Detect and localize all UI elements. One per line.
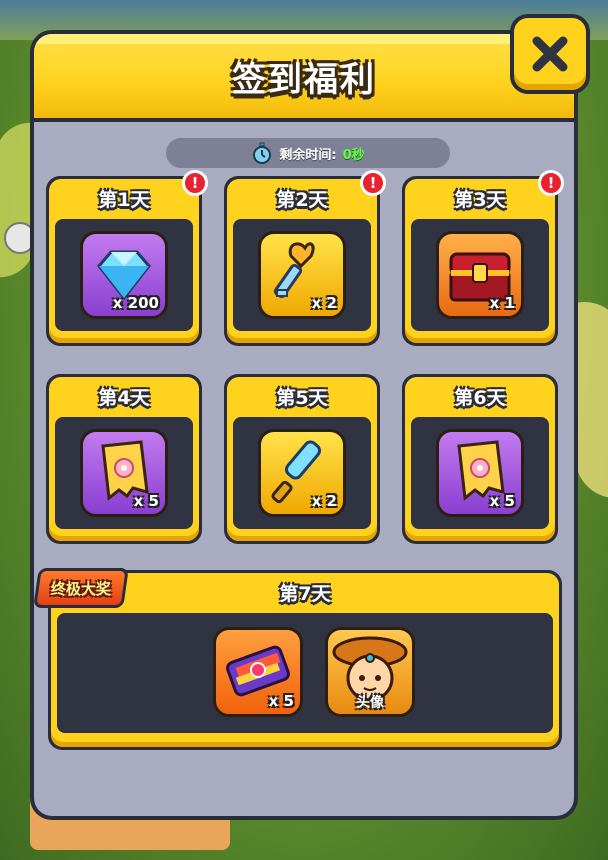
day-label: 第3天 bbox=[454, 189, 506, 211]
reward-quantity: x 5 bbox=[489, 492, 515, 510]
reward-quantity: x 1 bbox=[489, 294, 515, 312]
reward-quantity: x 2 bbox=[311, 492, 337, 510]
grand-prize-tag: 终极大奖 bbox=[34, 568, 129, 608]
day-label: 第5天 bbox=[276, 387, 328, 409]
reward-slot: x 5 bbox=[55, 417, 193, 529]
avatar-label: 头像 bbox=[356, 695, 384, 711]
dialog-title: 签到福利 bbox=[232, 60, 376, 100]
reward-quantity: x 2 bbox=[311, 294, 337, 312]
day-card-5[interactable]: 第5天 x 2 bbox=[224, 374, 380, 544]
close-button[interactable] bbox=[510, 14, 590, 94]
remaining-time-label: 剩余时间: bbox=[279, 147, 337, 163]
card-face: 第1天 x 200 bbox=[49, 179, 199, 343]
dialog-body: 签到福利 剩余时间: 0秒 第1天 x 200 ! 第2天 x 2 ! 第3天 … bbox=[34, 34, 574, 816]
remaining-time-bar: 剩余时间: 0秒 bbox=[166, 138, 450, 168]
day-label: 第6天 bbox=[454, 387, 506, 409]
reward-slot: x 200 bbox=[55, 219, 193, 331]
card-face: 第6天 x 5 bbox=[405, 377, 555, 541]
reward-slot: x 5 bbox=[411, 417, 549, 529]
reward-item[interactable]: x 1 bbox=[436, 231, 524, 319]
reward-quantity: x 5 bbox=[268, 692, 294, 710]
reward-item[interactable]: x 5 bbox=[80, 429, 168, 517]
day-card-6[interactable]: 第6天 x 5 bbox=[402, 374, 558, 544]
day-card-3[interactable]: 第3天 x 1 ! bbox=[402, 170, 564, 346]
card-face: 第3天 x 1 bbox=[405, 179, 555, 343]
day-card-4[interactable]: 第4天 x 5 bbox=[46, 374, 202, 544]
card-face: 第5天 x 2 bbox=[227, 377, 377, 541]
alert-badge: ! bbox=[360, 170, 386, 196]
reward-slot: x 2 bbox=[233, 417, 371, 529]
alert-badge: ! bbox=[538, 170, 564, 196]
reward-quantity: x 5 bbox=[133, 492, 159, 510]
reward-slot: x 5 头像 bbox=[57, 613, 553, 733]
close-icon bbox=[532, 36, 568, 72]
header-highlight bbox=[34, 34, 574, 44]
reward-slot: x 1 bbox=[411, 219, 549, 331]
alert-badge: ! bbox=[182, 170, 208, 196]
reward-item[interactable]: x 5 bbox=[213, 627, 303, 717]
day-label: 第2天 bbox=[276, 189, 328, 211]
day-card-7[interactable]: 第7天 x 5 头像 bbox=[48, 570, 562, 750]
reward-item[interactable]: x 200 bbox=[80, 231, 168, 319]
reward-slot: x 2 bbox=[233, 219, 371, 331]
reward-item[interactable]: x 2 bbox=[258, 429, 346, 517]
reward-item[interactable]: x 2 bbox=[258, 231, 346, 319]
grand-prize-tag-label: 终极大奖 bbox=[51, 579, 112, 598]
reward-quantity: x 200 bbox=[112, 294, 159, 312]
day-label: 第4天 bbox=[98, 387, 150, 409]
card-face: 第2天 x 2 bbox=[227, 179, 377, 343]
day-label: 第1天 bbox=[98, 189, 150, 211]
dialog-header: 签到福利 bbox=[34, 34, 574, 122]
day-card-1[interactable]: 第1天 x 200 ! bbox=[46, 170, 208, 346]
day-card-2[interactable]: 第2天 x 2 ! bbox=[224, 170, 386, 346]
reward-item[interactable]: x 5 bbox=[436, 429, 524, 517]
checkin-dialog: 签到福利 剩余时间: 0秒 第1天 x 200 ! 第2天 x 2 ! 第3天 … bbox=[30, 30, 578, 820]
reward-item[interactable]: 头像 bbox=[325, 627, 415, 717]
day-label: 第7天 bbox=[279, 583, 331, 605]
stopwatch-icon bbox=[253, 142, 272, 164]
card-face: 第7天 x 5 头像 bbox=[51, 573, 559, 747]
card-face: 第4天 x 5 bbox=[49, 377, 199, 541]
remaining-time-value: 0秒 bbox=[342, 147, 365, 163]
